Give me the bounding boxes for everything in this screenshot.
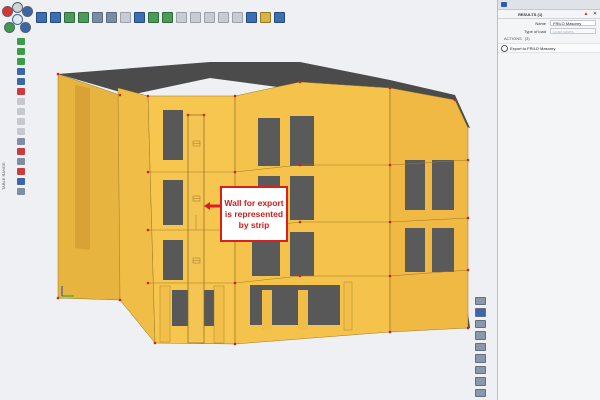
callout-line-1: Wall for export xyxy=(224,197,284,208)
screenshot-icon[interactable] xyxy=(474,377,486,386)
actions-count: (3) xyxy=(524,36,530,41)
name-field[interactable]: FRILO Masonry xyxy=(550,20,596,26)
panel-header xyxy=(498,0,600,10)
right-toolbar xyxy=(474,297,486,397)
export-icon xyxy=(501,44,508,52)
type-of-load-select[interactable]: Load cases xyxy=(550,28,596,34)
fit-view-icon[interactable] xyxy=(474,297,486,306)
panel-title: RESULTS (1) xyxy=(518,11,543,17)
name-row: Name FRILO Masonry xyxy=(498,19,600,27)
type-of-load-row: Type of load Load cases xyxy=(498,27,600,35)
lighting-icon[interactable] xyxy=(474,365,486,375)
results-panel: RESULTS (1) ▲ ✕ Name FRILO Masonry Type … xyxy=(497,0,600,400)
callout-line-2: is represented xyxy=(224,208,284,219)
type-of-load-label: Type of load xyxy=(524,28,546,34)
legend-icon[interactable] xyxy=(474,354,486,363)
export-action-item[interactable]: Export to FRILO Masonry xyxy=(498,43,600,53)
annotation-callout: Wall for export is represented by strip xyxy=(220,186,288,242)
export-action-label: Export to FRILO Masonry xyxy=(510,45,556,51)
actions-label: ACTIONS xyxy=(504,36,522,41)
pin-icon[interactable]: ▲ xyxy=(583,11,589,17)
3d-viewport[interactable]: TABLE RANGE Wall for export is represent… xyxy=(0,0,497,400)
name-label: Name xyxy=(535,20,546,26)
render-options-icon[interactable] xyxy=(474,342,486,352)
numbering-icon[interactable] xyxy=(474,331,486,340)
display-mode-icon[interactable] xyxy=(474,308,486,317)
callout-line-3: by strip xyxy=(238,219,270,230)
print-icon[interactable] xyxy=(474,388,486,397)
panel-title-bar: RESULTS (1) ▲ ✕ xyxy=(498,10,600,19)
axes-icon[interactable] xyxy=(474,319,486,329)
callout-text: Wall for export is represented by strip xyxy=(224,198,283,231)
app-logo-icon xyxy=(501,2,507,7)
close-icon[interactable]: ✕ xyxy=(592,11,598,17)
actions-section-header: ACTIONS (3) xyxy=(498,35,600,43)
